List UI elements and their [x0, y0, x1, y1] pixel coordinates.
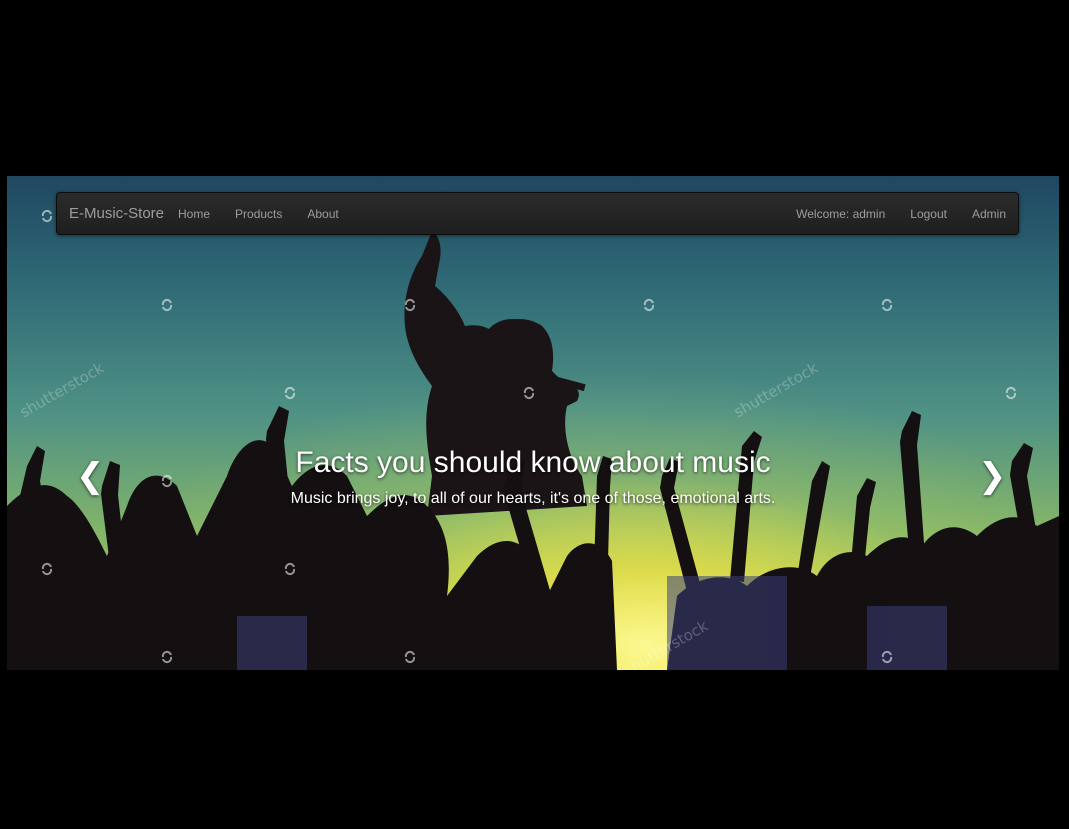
caption-title: Facts you should know about music	[295, 446, 771, 479]
caption-text: Music brings joy, to all of our hearts, …	[290, 490, 776, 507]
carousel-caption: Facts you should know about music Music …	[7, 176, 1059, 670]
